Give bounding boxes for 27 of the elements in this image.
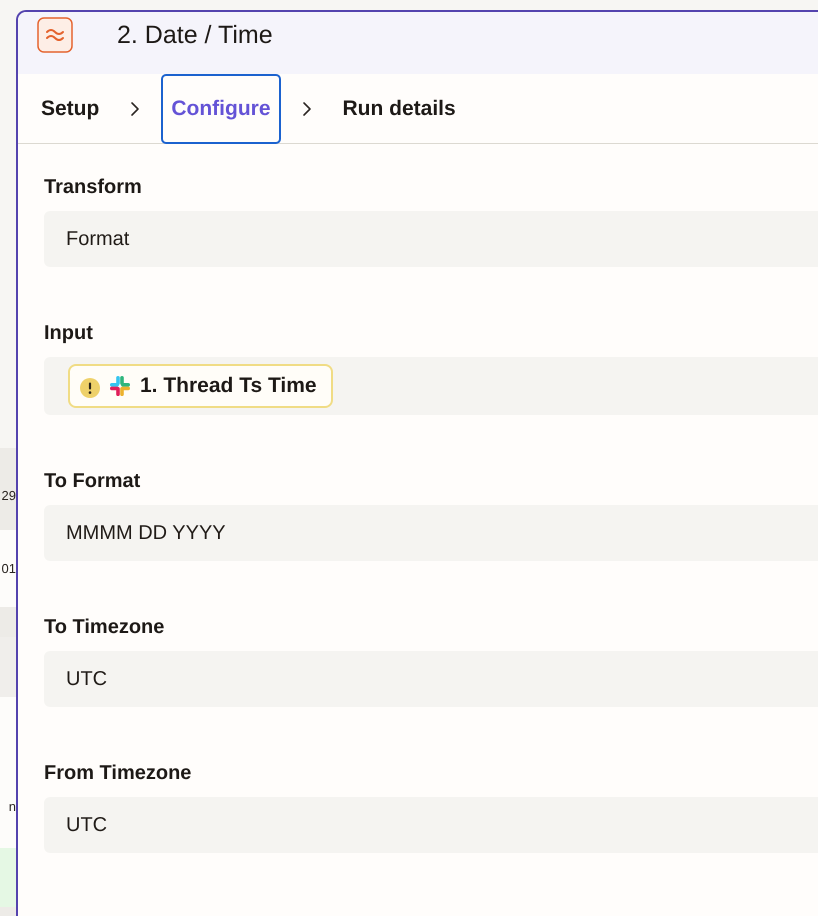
input-field[interactable]: UTC — [44, 797, 818, 853]
step-tab[interactable]: Configure — [161, 74, 280, 144]
table-row — [0, 848, 16, 907]
field-label: Transform — [44, 175, 143, 199]
cell-text: 29 — [2, 488, 16, 504]
step-tab[interactable]: Setup — [31, 74, 110, 144]
table-row — [0, 907, 16, 916]
input-field[interactable]: UTC — [44, 651, 818, 707]
wave-lines-icon — [37, 17, 73, 53]
token-chip[interactable]: 1. Thread Ts Time — [68, 364, 333, 408]
field-label: From Timezone — [44, 761, 192, 785]
input-field[interactable]: MMMM DD YYYY — [44, 505, 818, 561]
input-field[interactable]: Format — [44, 211, 818, 267]
app-logo-icon — [108, 374, 132, 398]
input-field[interactable]: 1. Thread Ts Time — [44, 357, 818, 415]
field-label: To Timezone — [44, 615, 166, 639]
chevron-right-icon — [129, 100, 142, 116]
table-row — [0, 607, 16, 637]
cell-text: 01 — [2, 560, 16, 576]
cell-text: n — [8, 798, 16, 814]
step-tab[interactable]: Run details — [332, 74, 466, 144]
step-title: 2. Date / Time — [117, 20, 273, 51]
chevron-right-icon — [300, 100, 312, 116]
field-label: Input — [44, 321, 94, 345]
table-row — [0, 637, 16, 697]
field-label: To Format — [44, 469, 142, 493]
warning-icon — [80, 378, 100, 398]
